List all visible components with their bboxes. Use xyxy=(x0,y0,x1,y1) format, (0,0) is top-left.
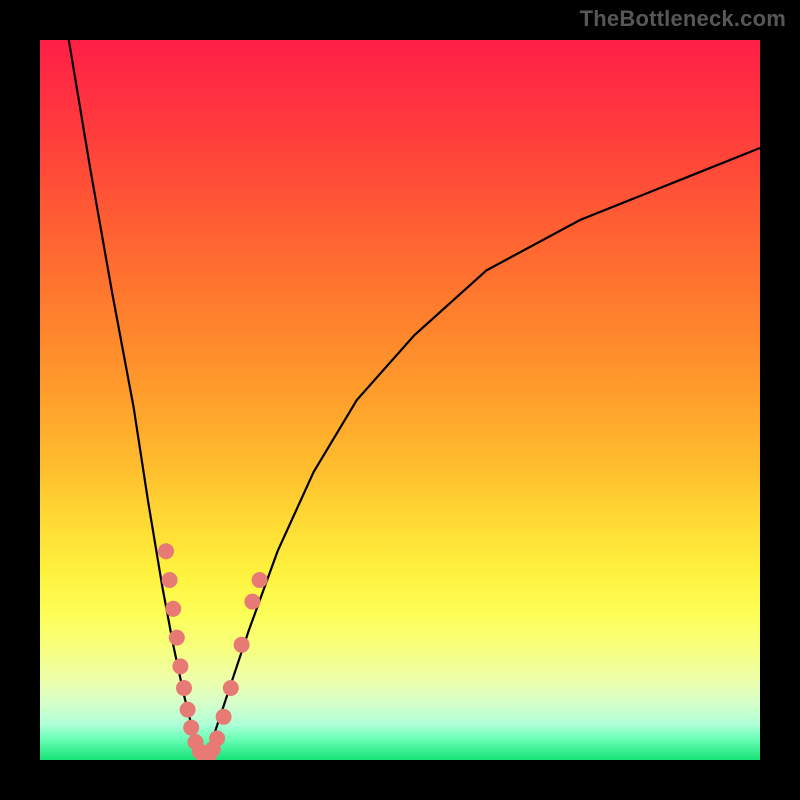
highlight-dot xyxy=(209,730,225,746)
curve-left-branch xyxy=(69,40,204,760)
highlight-dot xyxy=(223,680,239,696)
highlight-dot xyxy=(183,720,199,736)
highlight-dot xyxy=(216,709,232,725)
chart-overlay-svg xyxy=(40,40,760,760)
highlight-dot xyxy=(169,630,185,646)
highlight-dot xyxy=(165,601,181,617)
chart-frame: TheBottleneck.com xyxy=(0,0,800,800)
highlight-dot xyxy=(252,572,268,588)
highlight-dot xyxy=(162,572,178,588)
highlight-dot xyxy=(180,702,196,718)
highlight-dot xyxy=(234,637,250,653)
plot-area xyxy=(40,40,760,760)
highlight-dot xyxy=(158,543,174,559)
curve-right-branch xyxy=(204,148,760,760)
watermark-text: TheBottleneck.com xyxy=(580,6,786,32)
highlight-dot xyxy=(244,594,260,610)
highlight-dot xyxy=(172,658,188,674)
highlight-dot xyxy=(176,680,192,696)
